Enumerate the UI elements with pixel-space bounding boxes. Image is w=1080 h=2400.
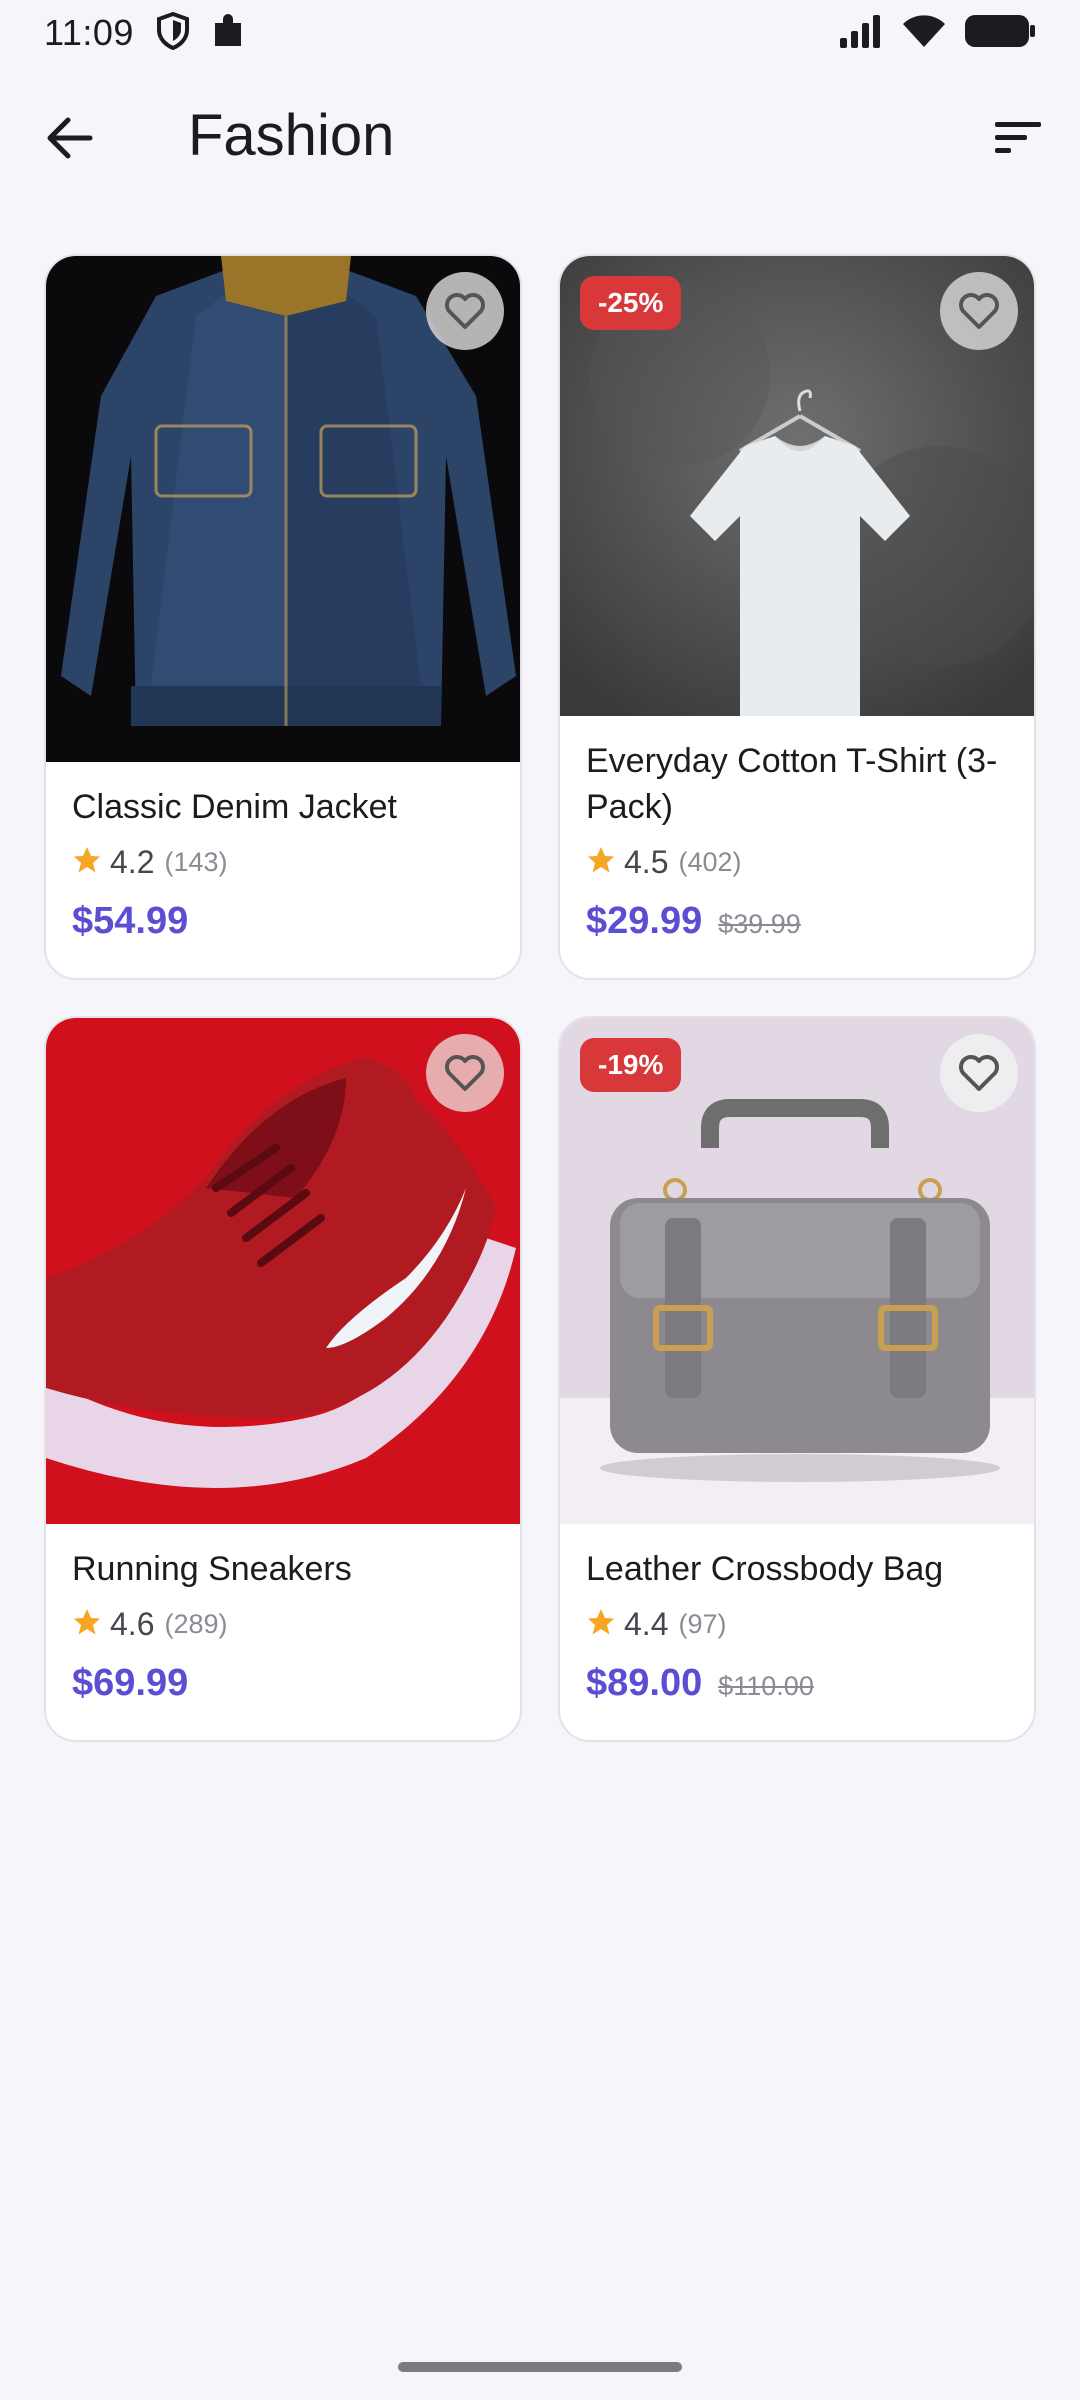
product-card[interactable]: Running Sneakers 4.6 (289) $69.99 (44, 1016, 522, 1742)
product-name: Classic Denim Jacket (72, 788, 397, 826)
product-image-grey-bag: -19% (560, 1018, 1034, 1524)
rating-value: 4.4 (624, 1605, 669, 1642)
sort-button[interactable] (976, 98, 1060, 182)
home-indicator[interactable] (398, 2362, 682, 2372)
rating-row: 4.4 (97) (586, 1604, 1008, 1644)
price: $69.99 (72, 1662, 189, 1704)
sort-icon (993, 119, 1043, 162)
review-count: (97) (678, 1608, 727, 1639)
price-row: $29.99 $39.99 (586, 900, 1008, 943)
rating-value: 4.5 (624, 843, 669, 880)
star-icon (72, 1607, 102, 1642)
card-body: Everyday Cotton T-Shirt (3-Pack) 4.5 (40… (560, 716, 1034, 943)
rating-value: 4.2 (110, 843, 155, 880)
rating-value: 4.6 (110, 1605, 155, 1642)
price: $29.99 (586, 900, 703, 942)
product-name: Everyday Cotton T-Shirt (3-Pack) (586, 742, 998, 826)
product-card[interactable]: Classic Denim Jacket 4.2 (143) $54.99 (44, 254, 522, 980)
price-row: $54.99 (72, 900, 494, 943)
status-right (838, 14, 1036, 53)
discount-badge: -19% (580, 1038, 682, 1092)
product-name: Leather Crossbody Bag (586, 1550, 944, 1588)
wifi-icon (902, 14, 946, 53)
rating-row: 4.2 (143) (72, 842, 494, 882)
heart-icon (444, 292, 486, 330)
heart-icon (958, 1054, 1000, 1092)
favorite-button[interactable] (940, 1034, 1018, 1112)
status-bar: 11:09 (0, 0, 1080, 66)
card-body: Running Sneakers 4.6 (289) $69.99 (46, 1524, 520, 1705)
signal-icon (838, 14, 884, 53)
rating-row: 4.5 (402) (586, 842, 1008, 882)
review-count: (289) (164, 1608, 228, 1639)
heart-icon (444, 1054, 486, 1092)
page-title: Fashion (188, 103, 395, 168)
shield-icon (156, 11, 190, 55)
product-grid: Classic Denim Jacket 4.2 (143) $54.99 -2… (44, 254, 1036, 1742)
favorite-button[interactable] (940, 272, 1018, 350)
price-row: $89.00 $110.00 (586, 1662, 1008, 1705)
battery-icon (964, 14, 1036, 53)
favorite-button[interactable] (426, 1034, 504, 1112)
back-button[interactable] (28, 98, 112, 182)
star-icon (586, 845, 616, 880)
app-bar: Fashion (0, 80, 1080, 192)
favorite-button[interactable] (426, 272, 504, 350)
status-time: 11:09 (44, 12, 134, 53)
rating-row: 4.6 (289) (72, 1604, 494, 1644)
product-image-denim-jacket (46, 256, 520, 762)
product-image-white-t-shirt: -25% (560, 256, 1034, 716)
review-count: (402) (678, 846, 742, 877)
screen: 11:09 Fashion Classic Denim Jacket 4.2 (… (0, 0, 1080, 2400)
original-price: $39.99 (718, 909, 801, 939)
original-price: $110.00 (718, 1671, 814, 1701)
card-body: Classic Denim Jacket 4.2 (143) $54.99 (46, 762, 520, 943)
arrow-back-icon (46, 116, 94, 165)
discount-badge: -25% (580, 276, 682, 330)
product-name: Running Sneakers (72, 1550, 352, 1588)
product-image-red-sneaker (46, 1018, 520, 1524)
status-left: 11:09 (44, 11, 246, 55)
product-card[interactable]: -25% Everyday Cotton T-Shirt (3-Pack) 4.… (558, 254, 1036, 980)
puzzle-icon (212, 13, 246, 54)
product-card[interactable]: -19% Leather Crossbody Bag 4.4 (97) $89.… (558, 1016, 1036, 1742)
star-icon (586, 1607, 616, 1642)
card-body: Leather Crossbody Bag 4.4 (97) $89.00 $1… (560, 1524, 1034, 1705)
price: $54.99 (72, 900, 189, 942)
heart-icon (958, 292, 1000, 330)
price: $89.00 (586, 1662, 703, 1704)
star-icon (72, 845, 102, 880)
price-row: $69.99 (72, 1662, 494, 1705)
review-count: (143) (164, 846, 228, 877)
